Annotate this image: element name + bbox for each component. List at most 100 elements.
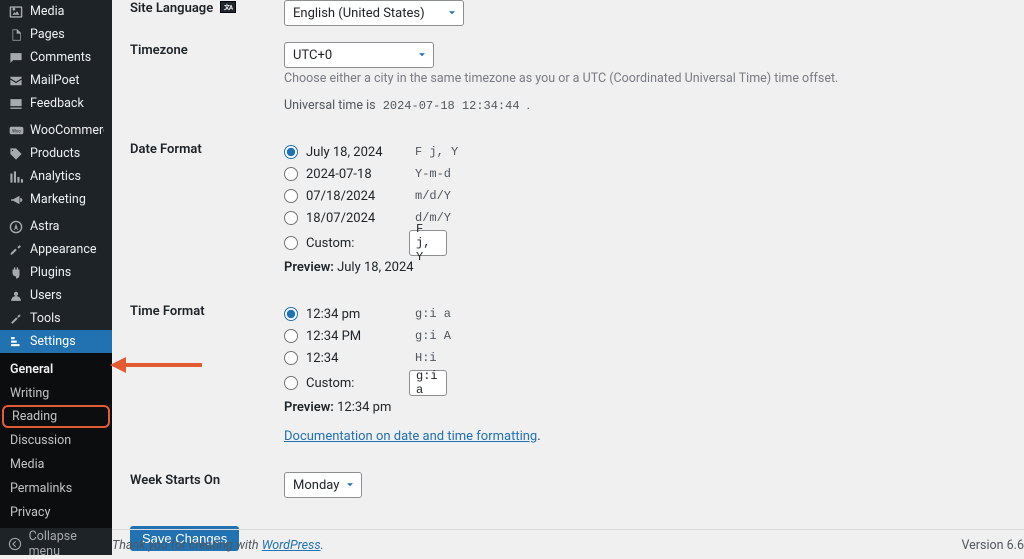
svg-text:Woo: Woo bbox=[12, 129, 21, 134]
week-starts-select[interactable]: Monday bbox=[284, 472, 362, 498]
translate-icon: 文A bbox=[220, 1, 236, 13]
collapse-label: Collapse menu bbox=[29, 529, 104, 559]
sidebar-item-pages[interactable]: Pages bbox=[0, 23, 112, 46]
sidebar-item-label: WooCommerce bbox=[30, 123, 104, 138]
media-icon bbox=[8, 4, 24, 20]
date-format-option[interactable]: 18/07/2024 d/m/Y bbox=[284, 207, 1006, 229]
sidebar-item-label: Astra bbox=[30, 219, 60, 234]
feedback-icon bbox=[8, 96, 24, 112]
sidebar-item-settings[interactable]: Settings bbox=[0, 330, 112, 353]
sidebar-item-label: Users bbox=[30, 288, 62, 303]
users-icon bbox=[8, 288, 24, 304]
timezone-label: Timezone bbox=[130, 42, 284, 58]
sidebar-item-label: Media bbox=[30, 4, 64, 19]
site-language-label: Site Language 文A bbox=[130, 0, 284, 16]
products-icon bbox=[8, 146, 24, 162]
submenu-item-discussion[interactable]: Discussion bbox=[0, 428, 112, 452]
sidebar-item-label: Plugins bbox=[30, 265, 71, 280]
date-format-custom-input[interactable]: F j, Y bbox=[409, 230, 447, 256]
sidebar-item-products[interactable]: Products bbox=[0, 142, 112, 165]
sidebar-item-marketing[interactable]: Marketing bbox=[0, 188, 112, 211]
sidebar-item-woocommerce[interactable]: Woo WooCommerce bbox=[0, 119, 112, 142]
time-format-radio-custom[interactable] bbox=[284, 376, 298, 390]
sidebar-item-label: Analytics bbox=[30, 169, 81, 184]
analytics-icon bbox=[8, 169, 24, 185]
timezone-help: Choose either a city in the same timezon… bbox=[284, 71, 1006, 86]
sidebar-item-plugins[interactable]: Plugins bbox=[0, 261, 112, 284]
submenu-item-writing[interactable]: Writing bbox=[0, 381, 112, 405]
sidebar-item-tools[interactable]: Tools bbox=[0, 307, 112, 330]
mailpoet-icon bbox=[8, 73, 24, 89]
sidebar-item-label: Pages bbox=[30, 27, 65, 42]
submenu-item-general[interactable]: General bbox=[0, 357, 112, 381]
chevron-down-icon bbox=[344, 479, 356, 495]
sidebar-item-comments[interactable]: Comments bbox=[0, 46, 112, 69]
settings-icon bbox=[8, 334, 24, 350]
tools-icon bbox=[8, 311, 24, 327]
sidebar-item-analytics[interactable]: Analytics bbox=[0, 165, 112, 188]
appearance-icon bbox=[8, 242, 24, 258]
submenu-item-privacy[interactable]: Privacy bbox=[0, 500, 112, 524]
time-format-custom-row[interactable]: Custom: g:i a bbox=[284, 369, 1006, 397]
time-format-option[interactable]: 12:34 H:i bbox=[284, 347, 1006, 369]
date-format-preview: Preview: July 18, 2024 bbox=[284, 260, 1006, 275]
submenu-item-media[interactable]: Media bbox=[0, 452, 112, 476]
sidebar-item-users[interactable]: Users bbox=[0, 284, 112, 307]
footer-thankyou: Thank you for creating with WordPress. bbox=[112, 538, 324, 553]
universal-time: Universal time is 2024-07-18 12:34:44 . bbox=[284, 98, 1006, 113]
time-format-radio-1[interactable] bbox=[284, 329, 298, 343]
sidebar-item-label: Comments bbox=[30, 50, 91, 65]
time-format-radio-2[interactable] bbox=[284, 351, 298, 365]
sidebar-item-label: Marketing bbox=[30, 192, 86, 207]
date-format-radio-2[interactable] bbox=[284, 189, 298, 203]
sidebar-item-label: Appearance bbox=[30, 242, 97, 257]
time-format-label: Time Format bbox=[130, 303, 284, 319]
timezone-select[interactable]: UTC+0 bbox=[284, 42, 434, 68]
date-format-radio-3[interactable] bbox=[284, 211, 298, 225]
time-format-radio-0[interactable] bbox=[284, 307, 298, 321]
format-docs-link[interactable]: Documentation on date and time formattin… bbox=[284, 429, 537, 444]
astra-icon bbox=[8, 219, 24, 235]
date-format-option[interactable]: July 18, 2024 F j, Y bbox=[284, 141, 1006, 163]
collapse-icon bbox=[8, 536, 23, 552]
settings-submenu: General Writing Reading Discussion Media… bbox=[0, 353, 112, 528]
pages-icon bbox=[8, 27, 24, 43]
sidebar-item-feedback[interactable]: Feedback bbox=[0, 92, 112, 115]
sidebar-item-mailpoet[interactable]: MailPoet bbox=[0, 69, 112, 92]
wordpress-link[interactable]: WordPress bbox=[262, 538, 321, 553]
sidebar-item-label: Tools bbox=[30, 311, 61, 326]
week-starts-label: Week Starts On bbox=[130, 472, 284, 488]
site-language-select[interactable]: English (United States) bbox=[284, 0, 464, 26]
time-format-custom-input[interactable]: g:i a bbox=[409, 370, 447, 396]
time-format-option[interactable]: 12:34 PM g:i A bbox=[284, 325, 1006, 347]
footer-version: Version 6.6 bbox=[961, 538, 1024, 553]
sidebar-item-label: MailPoet bbox=[30, 73, 79, 88]
collapse-menu[interactable]: Collapse menu bbox=[0, 532, 112, 555]
admin-sidebar: Media Pages Comments MailPoet Feedback W… bbox=[0, 0, 112, 555]
sidebar-item-appearance[interactable]: Appearance bbox=[0, 238, 112, 261]
chevron-down-icon bbox=[446, 7, 458, 23]
plugins-icon bbox=[8, 265, 24, 281]
date-format-radio-custom[interactable] bbox=[284, 236, 298, 250]
sidebar-item-label: Products bbox=[30, 146, 80, 161]
sidebar-item-label: Settings bbox=[30, 334, 76, 349]
date-format-option[interactable]: 07/18/2024 m/d/Y bbox=[284, 185, 1006, 207]
date-format-label: Date Format bbox=[130, 141, 284, 157]
comments-icon bbox=[8, 50, 24, 66]
main-content: Site Language 文A English (United States)… bbox=[112, 0, 1024, 555]
time-format-option[interactable]: 12:34 pm g:i a bbox=[284, 303, 1006, 325]
submenu-item-reading[interactable]: Reading bbox=[2, 405, 110, 428]
time-format-preview: Preview: 12:34 pm bbox=[284, 400, 1006, 415]
date-format-radio-1[interactable] bbox=[284, 167, 298, 181]
sidebar-item-label: Feedback bbox=[30, 96, 84, 111]
woocommerce-icon: Woo bbox=[8, 123, 24, 139]
sidebar-item-astra[interactable]: Astra bbox=[0, 215, 112, 238]
date-format-custom-row[interactable]: Custom: F j, Y bbox=[284, 229, 1006, 257]
sidebar-item-media[interactable]: Media bbox=[0, 0, 112, 23]
admin-footer: Thank you for creating with WordPress. V… bbox=[112, 529, 1024, 553]
submenu-item-permalinks[interactable]: Permalinks bbox=[0, 476, 112, 500]
date-format-option[interactable]: 2024-07-18 Y-m-d bbox=[284, 163, 1006, 185]
marketing-icon bbox=[8, 192, 24, 208]
date-format-radio-0[interactable] bbox=[284, 145, 298, 159]
chevron-down-icon bbox=[416, 49, 428, 65]
